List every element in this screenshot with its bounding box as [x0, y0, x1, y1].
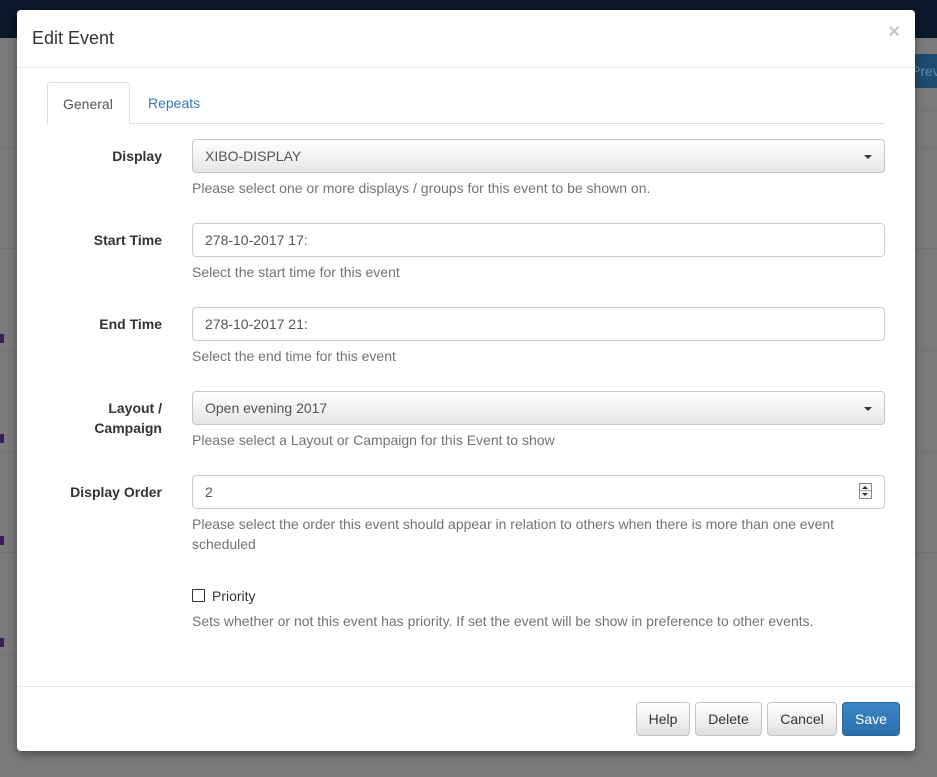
modal-footer-divider: [17, 686, 915, 687]
edit-event-modal: Edit Event × General Repeats Display XIB…: [17, 10, 915, 751]
layout-campaign-select-value: Open evening 2017: [205, 400, 328, 416]
start-time-help-text: Select the start time for this event: [192, 264, 400, 280]
start-time-label: Start Time: [93, 232, 162, 248]
end-time-input[interactable]: 278-10-2017 21:: [192, 307, 885, 341]
display-select[interactable]: XIBO-DISPLAY: [192, 139, 885, 173]
display-order-help-line2: scheduled: [192, 536, 256, 552]
tab-general[interactable]: General: [47, 82, 130, 124]
display-order-input[interactable]: 2: [192, 475, 885, 509]
end-time-value: 278-10-2017 21:: [205, 316, 308, 332]
background-divider: [915, 148, 937, 149]
priority-help-text: Sets whether or not this event has prior…: [192, 613, 814, 629]
close-icon[interactable]: ×: [888, 22, 900, 42]
display-order-label: Display Order: [70, 484, 162, 500]
background-divider: [0, 452, 18, 453]
background-divider: [0, 248, 18, 249]
delete-button[interactable]: Delete: [695, 702, 762, 736]
layout-campaign-select[interactable]: Open evening 2017: [192, 391, 885, 425]
modal-header: Edit Event ×: [17, 10, 915, 68]
priority-label[interactable]: Priority: [212, 586, 256, 606]
chevron-down-icon: [864, 155, 872, 159]
layout-campaign-label-line2: Campaign: [94, 420, 162, 436]
start-time-input[interactable]: 278-10-2017 17:: [192, 223, 885, 257]
layout-campaign-label-line1: Layout /: [108, 400, 162, 416]
background-row-marker: [0, 638, 4, 647]
display-order-help-line1: Please select the order this event shoul…: [192, 516, 835, 532]
display-label: Display: [112, 148, 162, 164]
display-help-text: Please select one or more displays / gro…: [192, 180, 651, 196]
chevron-down-icon: [864, 407, 872, 411]
background-divider: [0, 350, 18, 351]
background-divider: [0, 654, 18, 655]
spinner-down-icon[interactable]: [862, 493, 868, 496]
save-button[interactable]: Save: [842, 702, 900, 736]
background-row-marker: [0, 334, 4, 343]
background-divider: [915, 350, 937, 351]
background-divider: [915, 248, 937, 249]
end-time-help-text: Select the end time for this event: [192, 348, 396, 364]
background-divider: [0, 148, 18, 149]
cancel-button[interactable]: Cancel: [767, 702, 837, 736]
background-divider: [0, 552, 18, 553]
layout-campaign-label: Layout / Campaign: [17, 398, 162, 438]
spinner-separator: [860, 490, 871, 491]
display-order-help-text: Please select the order this event shoul…: [192, 514, 885, 554]
background-row-marker: [0, 536, 4, 545]
tab-repeats[interactable]: Repeats: [133, 82, 215, 124]
modal-title: Edit Event: [32, 28, 115, 48]
tab-bar: General Repeats: [47, 82, 885, 124]
end-time-label: End Time: [99, 316, 162, 332]
background-divider: [915, 110, 937, 111]
background-row-marker: [0, 434, 4, 443]
priority-checkbox[interactable]: [192, 589, 205, 602]
background-divider: [915, 552, 937, 553]
start-time-value: 278-10-2017 17:: [205, 232, 308, 248]
number-spinner[interactable]: [859, 483, 872, 499]
layout-campaign-help-text: Please select a Layout or Campaign for t…: [192, 432, 555, 448]
spinner-up-icon[interactable]: [862, 486, 868, 489]
display-order-value: 2: [205, 484, 213, 500]
help-button[interactable]: Help: [636, 702, 690, 736]
display-select-value: XIBO-DISPLAY: [205, 148, 302, 164]
background-divider: [915, 452, 937, 453]
